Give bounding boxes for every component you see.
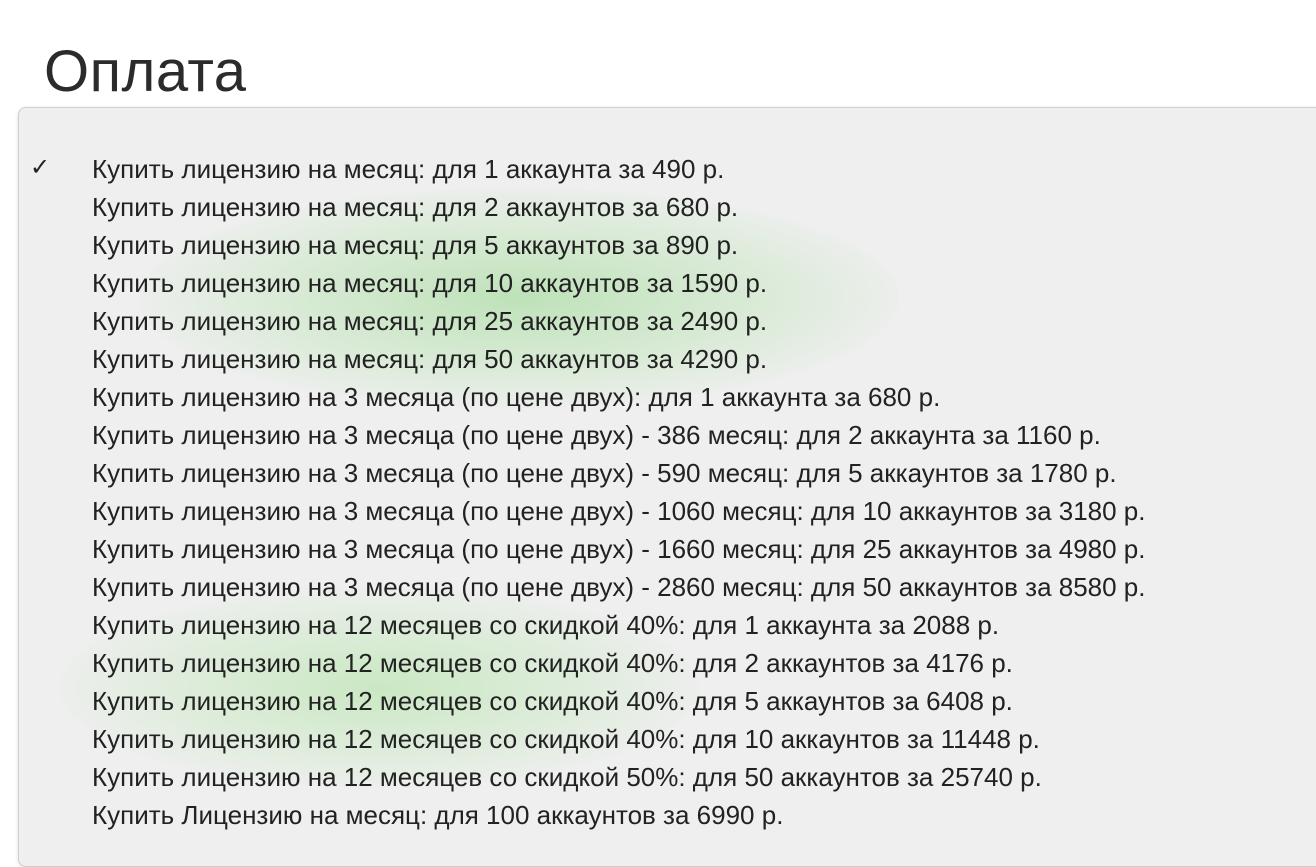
license-option[interactable]: Купить лицензию на 12 месяцев со скидкой… — [19, 758, 1316, 796]
license-option[interactable]: Купить лицензию на месяц: для 25 аккаунт… — [19, 302, 1316, 340]
license-option[interactable]: Купить лицензию на месяц: для 50 аккаунт… — [19, 340, 1316, 378]
license-option[interactable]: Купить лицензию на 3 месяца (по цене дву… — [19, 378, 1316, 416]
license-option-label: Купить Лицензию на месяц: для 100 аккаун… — [92, 800, 784, 830]
license-option[interactable]: Купить лицензию на 3 месяца (по цене дву… — [19, 530, 1316, 568]
license-option-label: Купить лицензию на месяц: для 50 аккаунт… — [92, 344, 768, 374]
page-title: Оплата — [44, 39, 247, 104]
license-option-label: Купить лицензию на 3 месяца (по цене дву… — [92, 458, 1117, 488]
license-option[interactable]: Купить лицензию на 12 месяцев со скидкой… — [19, 682, 1316, 720]
license-option-label: Купить лицензию на месяц: для 10 аккаунт… — [92, 268, 768, 298]
license-option-label: Купить лицензию на месяц: для 5 аккаунто… — [92, 230, 739, 260]
license-option[interactable]: Купить лицензию на 3 месяца (по цене дву… — [19, 454, 1316, 492]
license-option[interactable]: Купить лицензию на 3 месяца (по цене дву… — [19, 416, 1316, 454]
license-options-list: ✓ Купить лицензию на месяц: для 1 аккаунт… — [19, 150, 1316, 834]
license-option-label: Купить лицензию на 3 месяца (по цене дву… — [92, 420, 1101, 450]
license-option[interactable]: ✓ Купить лицензию на месяц: для 1 аккаунт… — [19, 150, 1316, 188]
license-option[interactable]: Купить лицензию на 3 месяца (по цене дву… — [19, 492, 1316, 530]
license-option-label: Купить лицензию на 12 месяцев со скидкой… — [92, 724, 1040, 754]
license-dropdown-menu[interactable]: ✓ Купить лицензию на месяц: для 1 аккаунт… — [18, 107, 1316, 867]
license-option[interactable]: Купить лицензию на месяц: для 5 аккаунто… — [19, 226, 1316, 264]
license-option[interactable]: Купить лицензию на 12 месяцев со скидкой… — [19, 644, 1316, 682]
license-option[interactable]: Купить лицензию на 12 месяцев со скидкой… — [19, 606, 1316, 644]
license-option[interactable]: Купить Лицензию на месяц: для 100 аккаун… — [19, 796, 1316, 834]
license-option-label: Купить лицензию на 3 месяца (по цене дву… — [92, 496, 1146, 526]
license-option-label: Купить лицензию на месяц: для 25 аккаунт… — [92, 306, 768, 336]
license-option-label: Купить лицензию на месяц: для 2 аккаунто… — [92, 192, 739, 222]
license-option-label: Купить лицензию на 12 месяцев со скидкой… — [92, 762, 1042, 792]
license-option-label: Купить лицензию на 12 месяцев со скидкой… — [92, 610, 1000, 640]
license-option-label: Купить лицензию на месяц: для 1 аккаунта… — [92, 154, 725, 184]
license-option[interactable]: Купить лицензию на месяц: для 10 аккаунт… — [19, 264, 1316, 302]
license-option-label: Купить лицензию на 3 месяца (по цене дву… — [92, 534, 1146, 564]
checkmark-icon: ✓ — [30, 153, 51, 181]
license-option-label: Купить лицензию на 12 месяцев со скидкой… — [92, 686, 1013, 716]
license-option-label: Купить лицензию на 3 месяца (по цене дву… — [92, 382, 941, 412]
license-option[interactable]: Купить лицензию на месяц: для 2 аккаунто… — [19, 188, 1316, 226]
license-option-label: Купить лицензию на 12 месяцев со скидкой… — [92, 648, 1013, 678]
license-option[interactable]: Купить лицензию на 3 месяца (по цене дву… — [19, 568, 1316, 606]
license-option[interactable]: Купить лицензию на 12 месяцев со скидкой… — [19, 720, 1316, 758]
license-option-label: Купить лицензию на 3 месяца (по цене дву… — [92, 572, 1146, 602]
